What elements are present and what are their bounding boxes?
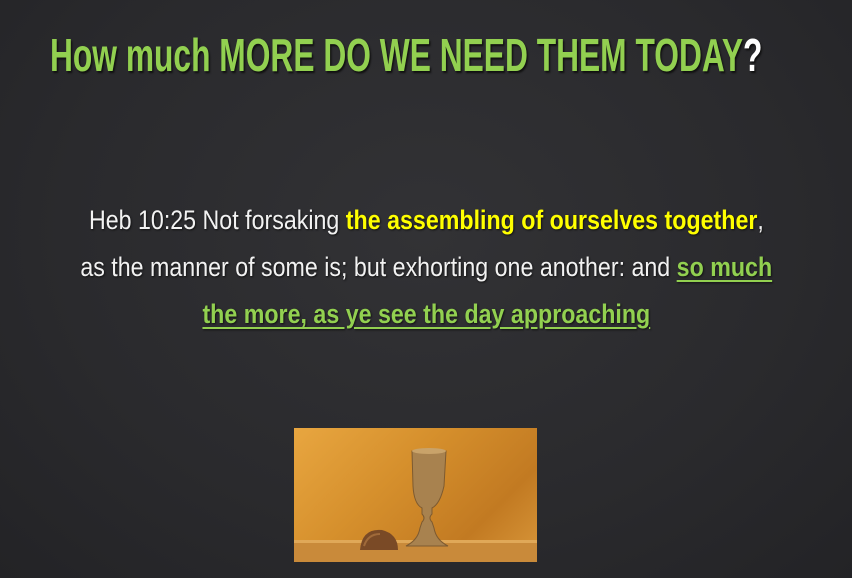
slide-title: How much MORE DO WE NEED THEM TODAY?: [50, 28, 762, 82]
verse-line-3: the more, as ye see the day approaching: [0, 299, 852, 330]
verse-text: as the manner of some is; but exhorting …: [80, 252, 677, 282]
communion-image: [294, 428, 537, 562]
verse-highlight-yellow: the assembling of ourselves together: [345, 205, 758, 235]
verse-highlight-green: the more, as ye see the day approaching: [202, 299, 650, 329]
title-question-mark: ?: [743, 29, 763, 81]
title-part-2: MORE DO WE NEED THEM TODAY: [219, 29, 744, 81]
verse-text: ,: [757, 205, 764, 235]
verse-text: Heb 10:25 Not forsaking: [88, 205, 346, 235]
chalice-bread-icon: [294, 448, 537, 562]
verse-highlight-green: so much: [676, 252, 772, 282]
title-part-1: How much: [50, 29, 220, 81]
verse-line-1: Heb 10:25 Not forsaking the assembling o…: [0, 205, 852, 236]
verse-line-2: as the manner of some is; but exhorting …: [0, 252, 852, 283]
